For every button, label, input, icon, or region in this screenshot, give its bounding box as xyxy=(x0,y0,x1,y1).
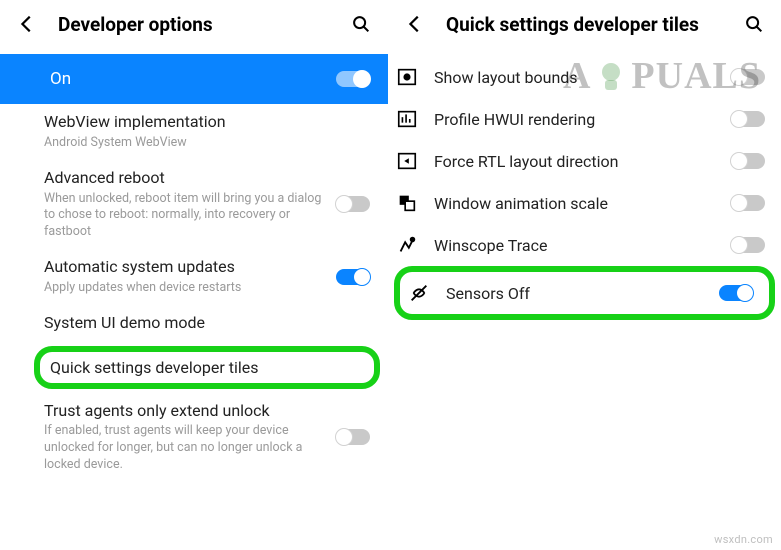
row-title: WebView implementation xyxy=(44,112,362,133)
master-toggle[interactable] xyxy=(336,71,370,87)
tile-label: Winscope Trace xyxy=(434,236,715,255)
sensors-off-toggle[interactable] xyxy=(719,285,753,301)
winscope-icon xyxy=(396,234,418,256)
trust-agents-toggle[interactable] xyxy=(336,429,370,445)
developer-options-panel: Developer options On WebView implementat… xyxy=(0,0,388,550)
advanced-reboot-row[interactable]: Advanced reboot When unlocked, reboot it… xyxy=(0,160,388,249)
search-icon[interactable] xyxy=(350,13,372,35)
header: Developer options xyxy=(0,0,388,48)
tile-toggle[interactable] xyxy=(731,153,765,169)
tile-toggle[interactable] xyxy=(731,69,765,85)
system-ui-demo-row[interactable]: System UI demo mode xyxy=(0,305,388,342)
tile-sensors-off-highlight: Sensors Off xyxy=(394,266,775,320)
tile-label: Window animation scale xyxy=(434,194,715,213)
layout-bounds-icon xyxy=(396,66,418,88)
row-title: System UI demo mode xyxy=(44,313,362,334)
quick-settings-tiles-panel: Quick settings developer tiles Show layo… xyxy=(388,0,781,550)
back-icon[interactable] xyxy=(16,13,38,35)
tile-label: Show layout bounds xyxy=(434,68,715,87)
tile-force-rtl[interactable]: Force RTL layout direction xyxy=(388,140,781,182)
quick-settings-tiles-row[interactable]: Quick settings developer tiles xyxy=(34,346,380,389)
row-sub: If enabled, trust agents will keep your … xyxy=(44,423,328,474)
row-title: Advanced reboot xyxy=(44,168,328,189)
row-sub: When unlocked, reboot item will bring yo… xyxy=(44,191,328,242)
footer-watermark: wsxdn.com xyxy=(714,533,773,546)
tiles-list: Show layout bounds Profile HWUI renderin… xyxy=(388,48,781,320)
tile-layout-bounds[interactable]: Show layout bounds xyxy=(388,56,781,98)
row-sub: Android System WebView xyxy=(44,135,362,152)
profile-hwui-icon xyxy=(396,108,418,130)
auto-updates-toggle[interactable] xyxy=(336,269,370,285)
master-toggle-label: On xyxy=(50,68,328,90)
tile-sensors-off[interactable]: Sensors Off xyxy=(402,278,759,308)
tile-label: Sensors Off xyxy=(446,284,703,303)
page-title: Developer options xyxy=(58,13,350,36)
auto-updates-row[interactable]: Automatic system updates Apply updates w… xyxy=(0,249,388,305)
advanced-reboot-toggle[interactable] xyxy=(336,196,370,212)
animation-scale-icon xyxy=(396,192,418,214)
row-title: Trust agents only extend unlock xyxy=(44,401,328,422)
tile-label: Force RTL layout direction xyxy=(434,152,715,171)
page-title: Quick settings developer tiles xyxy=(446,13,743,36)
webview-row[interactable]: WebView implementation Android System We… xyxy=(0,104,388,160)
back-icon[interactable] xyxy=(404,13,426,35)
tile-winscope[interactable]: Winscope Trace xyxy=(388,224,781,266)
search-icon[interactable] xyxy=(743,13,765,35)
row-title: Automatic system updates xyxy=(44,257,328,278)
row-title: Quick settings developer tiles xyxy=(50,358,366,377)
tile-toggle[interactable] xyxy=(731,237,765,253)
master-toggle-row[interactable]: On xyxy=(0,54,388,104)
tile-toggle[interactable] xyxy=(731,195,765,211)
header: Quick settings developer tiles xyxy=(388,0,781,48)
rtl-icon xyxy=(396,150,418,172)
tile-profile-hwui[interactable]: Profile HWUI rendering xyxy=(388,98,781,140)
sensors-off-icon xyxy=(408,282,430,304)
tile-toggle[interactable] xyxy=(731,111,765,127)
tile-animation-scale[interactable]: Window animation scale xyxy=(388,182,781,224)
trust-agents-row[interactable]: Trust agents only extend unlock If enabl… xyxy=(0,393,388,482)
row-sub: Apply updates when device restarts xyxy=(44,280,328,297)
tile-label: Profile HWUI rendering xyxy=(434,110,715,129)
